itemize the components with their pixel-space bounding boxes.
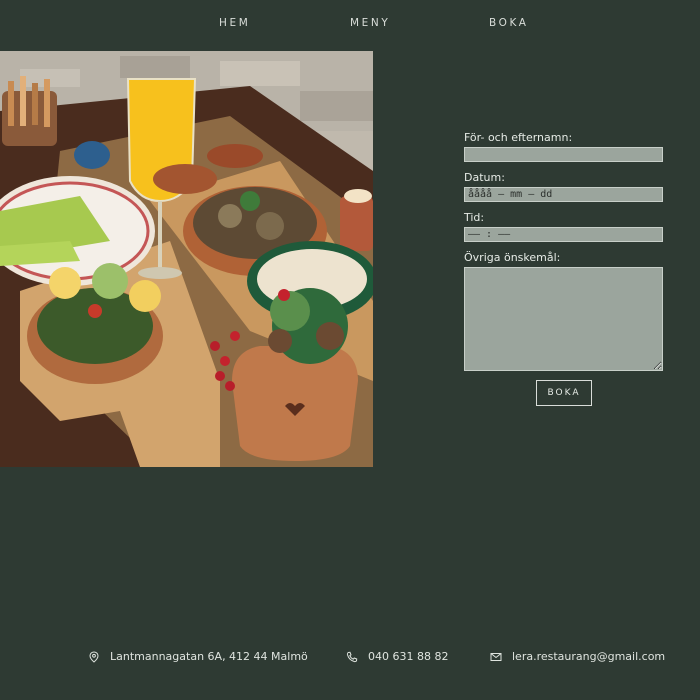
date-field[interactable]: åååå – mm – dd	[464, 187, 663, 202]
footer-email: lera.restaurang@gmail.com	[490, 650, 665, 663]
name-label: För- och efternamn:	[464, 131, 573, 144]
nav-book-link[interactable]: BOKA	[489, 17, 529, 29]
footer-phone: 040 631 88 82	[346, 650, 448, 663]
book-submit-button[interactable]: BOKA	[536, 380, 592, 406]
location-pin-icon	[89, 650, 99, 663]
phone-text[interactable]: 040 631 88 82	[368, 650, 448, 663]
phone-icon	[346, 651, 358, 662]
footer-address: Lantmannagatan 6A, 412 44 Malmö	[88, 650, 308, 663]
name-group: För- och efternamn:	[464, 131, 663, 162]
nav-home-link[interactable]: HEM	[219, 17, 250, 29]
time-field[interactable]: –– : ––	[464, 227, 663, 242]
mail-icon	[490, 652, 502, 661]
wishes-label: Övriga önskemål:	[464, 251, 561, 264]
time-label: Tid:	[464, 211, 485, 224]
date-group: Datum: åååå – mm – dd	[464, 171, 663, 202]
time-group: Tid: –– : ––	[464, 211, 663, 242]
footer: Lantmannagatan 6A, 412 44 Malmö 040 631 …	[0, 650, 700, 670]
name-field[interactable]	[464, 147, 663, 162]
main-nav: HEM MENY BOKA	[0, 0, 700, 46]
address-text: Lantmannagatan 6A, 412 44 Malmö	[110, 650, 308, 663]
wishes-textarea[interactable]	[464, 267, 663, 371]
food-photo	[0, 51, 373, 467]
wishes-group: Övriga önskemål:	[464, 251, 663, 371]
date-label: Datum:	[464, 171, 505, 184]
nav-menu-link[interactable]: MENY	[350, 17, 390, 29]
email-text[interactable]: lera.restaurang@gmail.com	[512, 650, 665, 663]
